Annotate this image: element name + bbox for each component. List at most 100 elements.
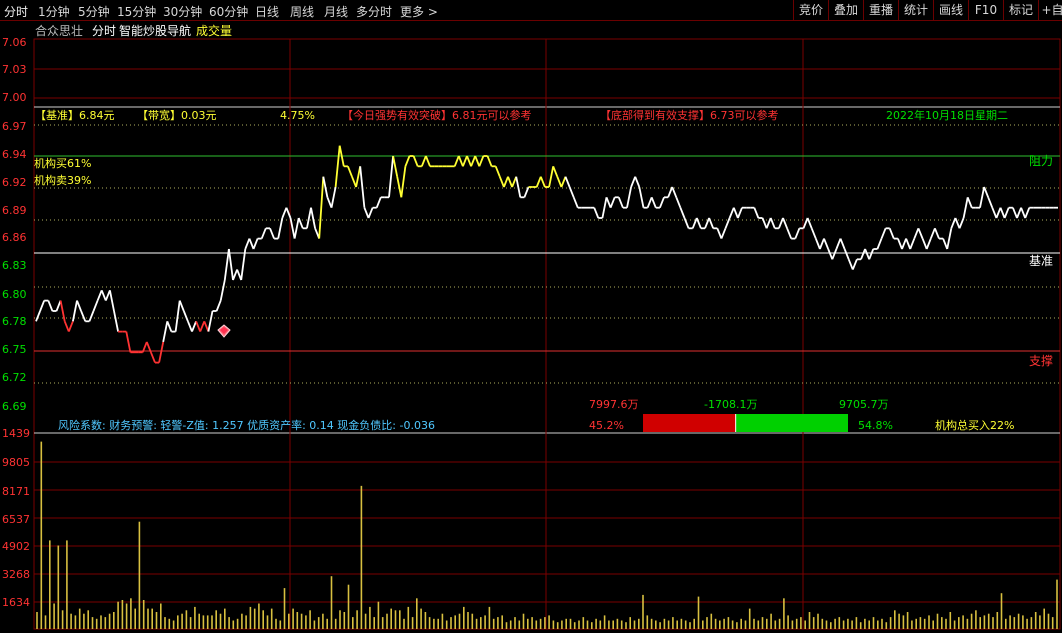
price-segment (917, 227, 924, 239)
price-segment (659, 196, 665, 209)
price-segment (765, 217, 772, 229)
price-segment (334, 145, 341, 188)
price-segment (330, 186, 337, 208)
price-segment (827, 248, 834, 260)
price-segment (375, 196, 382, 209)
price-segment (728, 207, 735, 219)
inst-sell-label: 机构卖39% (34, 174, 92, 187)
volume-axis-label: 1634 (2, 596, 30, 609)
breakout-tip: 【今日强势有效突破】6.81元可以参考 (342, 109, 532, 122)
price-segment (219, 279, 226, 301)
price-segment (470, 155, 477, 167)
capital-flow-bar (643, 414, 848, 432)
diamond-icon (217, 324, 231, 338)
price-axis-label: 7.03 (2, 63, 27, 76)
price-segment (67, 320, 74, 332)
price-segment (802, 217, 809, 229)
price-segment (868, 248, 875, 260)
price-segment (232, 269, 238, 281)
price-segment (605, 196, 612, 209)
volume-axis-label: 9805 (2, 456, 30, 469)
price-segment (925, 238, 932, 250)
price-axis-label: 6.69 (2, 400, 27, 413)
price-segment (326, 196, 333, 209)
price-segment (400, 166, 407, 198)
price-segment (556, 176, 563, 188)
price-segment (888, 227, 895, 239)
chart-grid (33, 38, 1061, 630)
price-segment (843, 248, 850, 260)
price-segment (195, 320, 202, 332)
price-segment (794, 227, 801, 239)
buy-pct: 45.2% (589, 419, 624, 432)
price-segment (503, 176, 509, 188)
price-segment (1012, 207, 1018, 219)
price-segment (958, 217, 965, 229)
price-axis-label: 6.72 (2, 371, 27, 384)
price-segment (732, 207, 739, 219)
price-segment (244, 238, 251, 250)
price-segment (901, 238, 907, 250)
inst-buy-label: 机构买61% (34, 157, 92, 170)
price-segment (396, 176, 403, 198)
price-segment (1024, 207, 1031, 219)
price-segment (388, 155, 394, 198)
price-segment (223, 248, 230, 281)
date-label: 2022年10月18日星期二 (886, 109, 1008, 122)
price-segment (293, 217, 300, 239)
indicator-name[interactable]: 智能炒股导航 (119, 25, 191, 38)
price-segment (630, 176, 637, 188)
price-segment (831, 248, 838, 260)
price-segment (281, 207, 288, 219)
price-segment (761, 217, 768, 229)
price-axis-label: 7.06 (2, 36, 27, 49)
sell-pct: 54.8% (858, 419, 893, 432)
price-segment (478, 155, 485, 167)
price-segment (425, 155, 431, 167)
price-segment (675, 196, 682, 209)
price-segment (355, 166, 362, 188)
sell-amount: 9705.7万 (839, 398, 889, 411)
price-segment (392, 155, 399, 177)
price-segment (626, 186, 632, 208)
price-segment (819, 238, 825, 250)
price-segment (778, 217, 784, 229)
price-segment (539, 176, 546, 188)
price-segment (162, 321, 169, 343)
price-segment (191, 320, 197, 332)
price-segment (359, 166, 366, 208)
price-segment (860, 248, 866, 260)
price-segment (720, 227, 727, 239)
price-segment (207, 310, 214, 332)
price-segment (568, 186, 575, 198)
price-segment (515, 176, 522, 198)
price-segment (548, 166, 555, 188)
price-segment (507, 176, 513, 188)
price-segment (306, 207, 312, 229)
price-segment (310, 207, 316, 229)
price-segment (166, 320, 173, 332)
price-segment (404, 155, 411, 167)
price-segment (609, 196, 616, 209)
volume-axis-label: 3268 (2, 568, 30, 581)
price-segment (55, 300, 62, 312)
price-segment (277, 217, 284, 239)
price-segment (962, 197, 969, 219)
price-segment (63, 320, 70, 332)
price-segment (552, 165, 559, 178)
price-segment (76, 300, 82, 312)
price-segment (113, 310, 119, 332)
buy-amount: 7997.6万 (589, 398, 639, 411)
price-segment (934, 227, 940, 239)
price-segment (810, 227, 817, 239)
price-segment (716, 227, 723, 239)
price-segment (650, 196, 657, 209)
intraday-chart (33, 38, 1061, 630)
price-segment (240, 248, 247, 281)
price-segment (671, 186, 678, 198)
price-segment (909, 238, 916, 250)
price-segment (367, 207, 374, 219)
price-segment (158, 341, 165, 363)
chart-frame (33, 38, 1061, 630)
price-segment (125, 331, 132, 353)
